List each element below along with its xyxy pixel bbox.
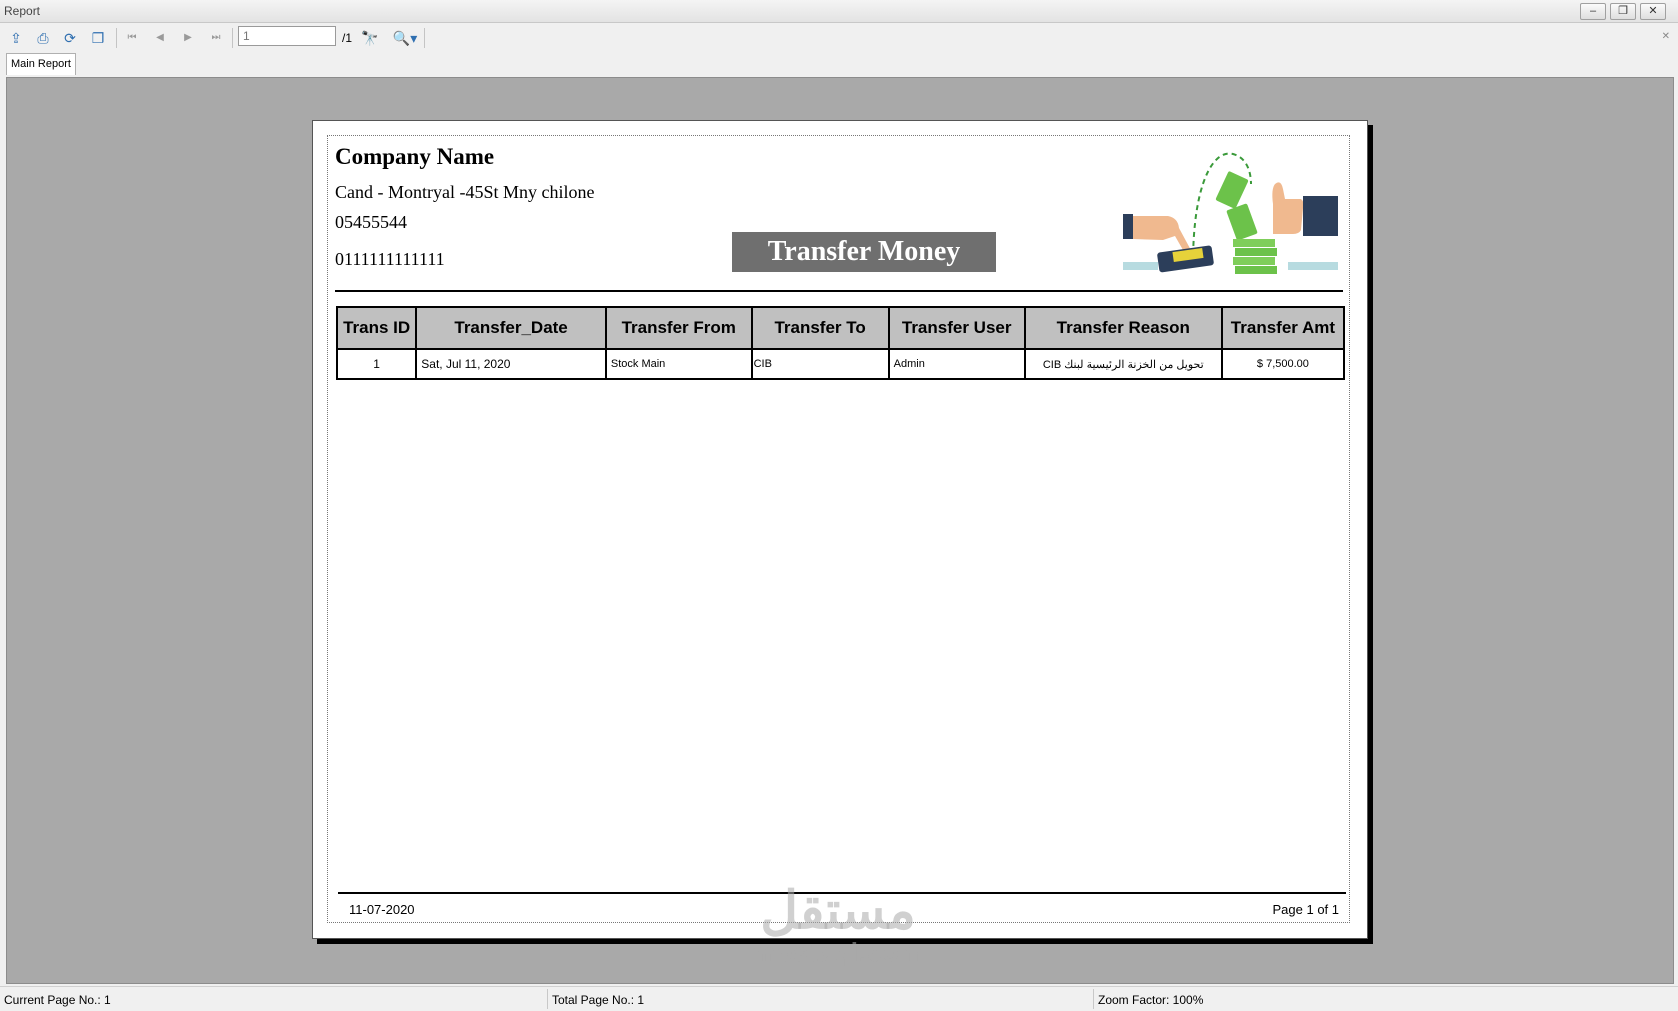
status-zoom: Zoom Factor: 100% bbox=[1098, 993, 1204, 1007]
cell-transfer-reason: تحويل من الخزنة الرئيسية لبنك CIB bbox=[1023, 348, 1223, 380]
company-address: Cand - Montryal -45St Mny chilone bbox=[335, 182, 595, 202]
page-total: /1 bbox=[342, 31, 353, 45]
status-total-page: Total Page No.: 1 bbox=[552, 993, 645, 1007]
cell-transfer-amt: $ 7,500.00 bbox=[1220, 348, 1346, 380]
close-button[interactable]: ✕ bbox=[1640, 3, 1666, 20]
status-current-page: Current Page No.: 1 bbox=[4, 993, 111, 1007]
col-trans-id: Trans ID bbox=[335, 306, 418, 350]
export-icon[interactable]: ⇪ bbox=[6, 28, 26, 48]
col-transfer-reason: Transfer Reason bbox=[1023, 306, 1223, 350]
tab-main-report[interactable]: Main Report bbox=[6, 53, 76, 75]
report-page: Company Name Cand - Montryal -45St Mny c… bbox=[312, 120, 1368, 939]
col-transfer-from: Transfer From bbox=[604, 306, 753, 350]
col-transfer-date: Transfer_Date bbox=[415, 306, 607, 350]
toolbar-separator bbox=[116, 28, 117, 48]
footer-date: 11-07-2020 bbox=[349, 902, 415, 917]
company-phone: 05455544 bbox=[335, 212, 407, 232]
watermark-arabic: مستقل bbox=[760, 882, 916, 940]
report-title: Transfer Money bbox=[732, 232, 996, 272]
refresh-icon[interactable]: ⟳ bbox=[60, 28, 80, 48]
cell-transfer-from: Stock Main bbox=[604, 348, 753, 380]
transfer-table: Trans ID Transfer_Date Transfer From Tra… bbox=[335, 306, 1346, 380]
copy-icon[interactable]: ❐ bbox=[88, 28, 108, 48]
toolbar-separator bbox=[424, 28, 425, 48]
company-name: Company Name bbox=[335, 144, 495, 169]
status-separator bbox=[547, 989, 548, 1009]
first-page-icon[interactable]: ⏮ bbox=[122, 28, 142, 48]
close-icon[interactable]: ✕ bbox=[1662, 31, 1670, 42]
company-mobile: 0111111111111 bbox=[335, 249, 445, 269]
cell-transfer-date: Sat, Jul 11, 2020 bbox=[415, 348, 607, 380]
prev-page-icon[interactable]: ◀ bbox=[150, 28, 170, 48]
cell-transfer-to: CIB bbox=[750, 348, 890, 380]
watermark-latin: mostaql.com bbox=[752, 937, 924, 967]
last-page-icon[interactable]: ⏭ bbox=[206, 28, 226, 48]
status-separator bbox=[1093, 989, 1094, 1009]
cell-trans-id: 1 bbox=[335, 348, 418, 380]
print-icon[interactable]: ⎙ bbox=[33, 28, 53, 48]
header-rule bbox=[335, 290, 1343, 292]
table-header-row: Trans ID Transfer_Date Transfer From Tra… bbox=[335, 306, 1346, 350]
next-page-icon[interactable]: ▶ bbox=[178, 28, 198, 48]
col-transfer-amt: Transfer Amt bbox=[1220, 306, 1346, 350]
col-transfer-to: Transfer To bbox=[750, 306, 890, 350]
money-transfer-logo bbox=[1123, 152, 1338, 274]
status-bar: Current Page No.: 1 Total Page No.: 1 Zo… bbox=[0, 986, 1678, 1011]
zoom-icon[interactable]: 🔍▾ bbox=[390, 28, 420, 48]
minimize-button[interactable]: – bbox=[1580, 3, 1606, 20]
watermark: مستقل mostaql.com bbox=[738, 885, 938, 968]
window-title: Report bbox=[4, 4, 41, 18]
footer-page-number: Page 1 of 1 bbox=[1272, 902, 1340, 917]
title-bar: Report – ❐ ✕ bbox=[0, 0, 1678, 23]
col-transfer-user: Transfer User bbox=[887, 306, 1026, 350]
restore-button[interactable]: ❐ bbox=[1610, 3, 1636, 20]
search-icon[interactable]: 🔭 bbox=[360, 28, 380, 48]
toolbar: ⇪ ⎙ ⟳ ❐ ⏮ ◀ ▶ ⏭ /1 🔭 🔍▾ ✕ bbox=[0, 23, 1678, 52]
page-number-input[interactable] bbox=[238, 26, 336, 46]
toolbar-separator bbox=[232, 28, 233, 48]
tab-row: Main Report bbox=[0, 52, 1678, 75]
cell-transfer-user: Admin bbox=[887, 348, 1026, 380]
table-row: 1 Sat, Jul 11, 2020 Stock Main CIB Admin… bbox=[335, 348, 1346, 380]
page-margin-frame: Company Name Cand - Montryal -45St Mny c… bbox=[327, 135, 1350, 923]
report-viewer[interactable]: Company Name Cand - Montryal -45St Mny c… bbox=[6, 77, 1674, 984]
